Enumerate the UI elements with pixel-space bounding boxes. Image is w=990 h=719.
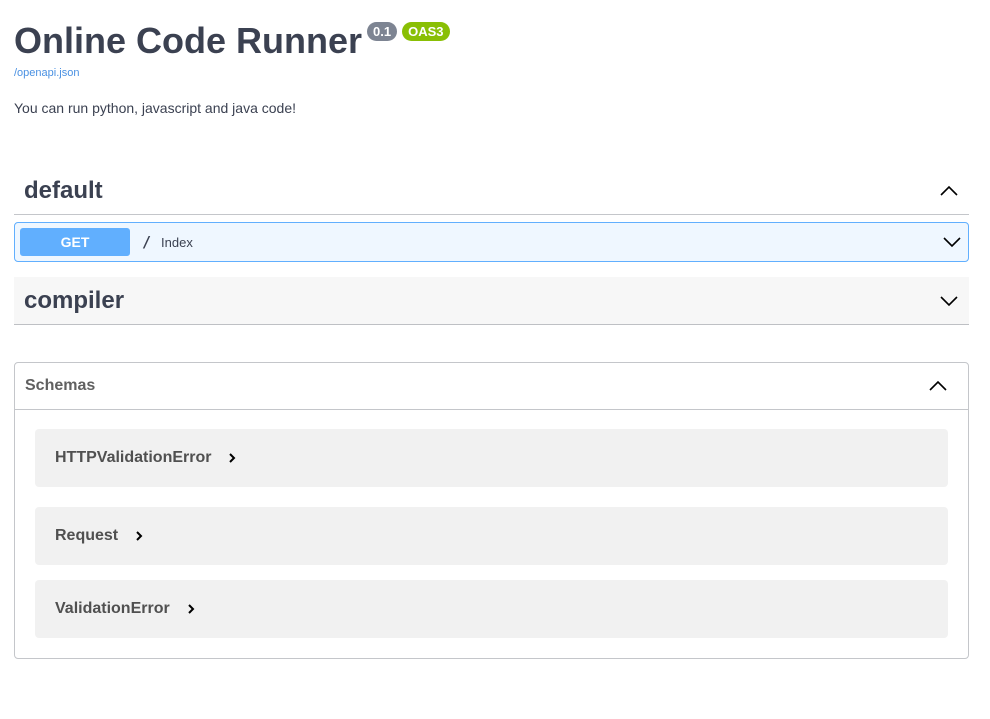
swagger-page: Online Code Runner 0.1 OAS3 /openapi.jso…: [0, 0, 990, 719]
chevron-up-icon[interactable]: [939, 181, 959, 201]
chevron-right-icon[interactable]: [227, 452, 237, 464]
tag-header-compiler[interactable]: compiler: [14, 277, 969, 325]
chevron-up-icon[interactable]: [928, 376, 948, 396]
tag-header-default[interactable]: default: [14, 167, 969, 215]
schema-model-item[interactable]: ValidationError: [35, 580, 948, 638]
operation-summary: Index: [161, 234, 193, 250]
chevron-down-icon[interactable]: [939, 291, 959, 311]
tag-section-compiler: compiler: [14, 277, 969, 325]
schema-model-item[interactable]: HTTPValidationError: [35, 429, 948, 487]
schema-model-name: HTTPValidationError: [55, 449, 212, 466]
oas-badge: OAS3: [402, 22, 450, 41]
schema-model-item[interactable]: Request: [35, 507, 948, 565]
schema-model-name: Request: [55, 527, 119, 544]
chevron-right-icon[interactable]: [134, 530, 144, 542]
tag-section-default: default: [14, 167, 969, 215]
tag-name: default: [24, 176, 103, 204]
chevron-right-icon[interactable]: [186, 603, 196, 615]
title-row: Online Code Runner 0.1 OAS3: [14, 20, 450, 62]
schema-model-name: ValidationError: [55, 600, 170, 617]
version-badge: 0.1: [367, 22, 398, 41]
schemas-title: Schemas: [25, 377, 96, 394]
api-description: You can run python, javascript and java …: [14, 100, 297, 116]
page-title: Online Code Runner: [14, 20, 363, 61]
http-method-badge: GET: [20, 228, 130, 256]
schemas-section: Schemas HTTPValidationError Request Vali…: [14, 362, 969, 659]
schemas-header[interactable]: Schemas: [15, 363, 968, 410]
operation-get-index[interactable]: GET / Index: [14, 222, 969, 262]
openapi-json-link[interactable]: /openapi.json: [14, 67, 79, 79]
operation-path: /: [142, 233, 152, 251]
chevron-down-icon[interactable]: [942, 232, 962, 252]
tag-name: compiler: [24, 286, 125, 314]
